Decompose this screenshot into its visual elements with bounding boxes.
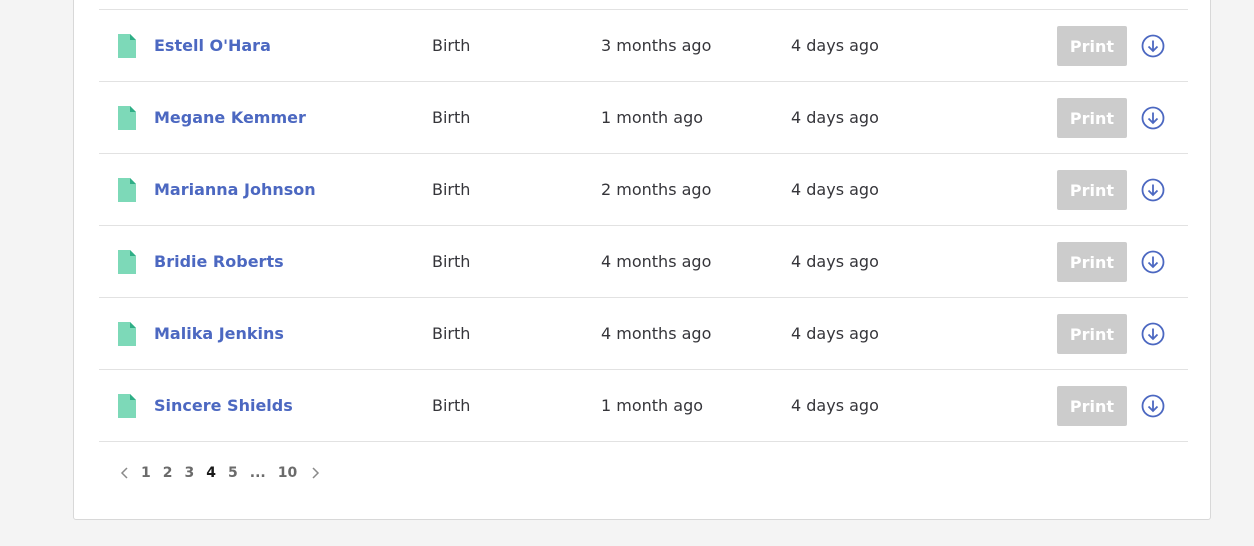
page-link[interactable]: 2 bbox=[163, 465, 173, 481]
page-link[interactable]: 4 bbox=[206, 465, 216, 481]
event-type: Birth bbox=[432, 108, 471, 127]
table-row: Estell O'Hara Birth 3 months ago 4 days … bbox=[99, 9, 1188, 81]
date-modified: 4 days ago bbox=[791, 108, 879, 127]
page-link[interactable]: 5 bbox=[228, 465, 238, 481]
table-row: Megane Kemmer Birth 1 month ago 4 days a… bbox=[99, 81, 1188, 153]
event-type: Birth bbox=[432, 36, 471, 55]
page-link[interactable]: 3 bbox=[185, 465, 195, 481]
print-button[interactable]: Print bbox=[1057, 314, 1127, 354]
page-ellipsis: ... bbox=[249, 465, 266, 481]
download-circle-icon[interactable] bbox=[1141, 34, 1165, 58]
record-name-link[interactable]: Malika Jenkins bbox=[154, 298, 284, 369]
records-card: Estell O'Hara Birth 3 months ago 4 days … bbox=[73, 0, 1211, 520]
record-name-link[interactable]: Estell O'Hara bbox=[154, 10, 271, 81]
date-modified: 4 days ago bbox=[791, 252, 879, 271]
download-circle-icon[interactable] bbox=[1141, 394, 1165, 418]
table-row: Marianna Johnson Birth 2 months ago 4 da… bbox=[99, 153, 1188, 225]
print-button[interactable]: Print bbox=[1057, 98, 1127, 138]
download-circle-icon[interactable] bbox=[1141, 178, 1165, 202]
document-icon bbox=[118, 322, 136, 346]
record-name-link[interactable]: Marianna Johnson bbox=[154, 154, 316, 225]
event-type: Birth bbox=[432, 324, 471, 343]
date-created: 4 months ago bbox=[601, 324, 712, 343]
date-created: 4 months ago bbox=[601, 252, 712, 271]
chevron-right-icon[interactable] bbox=[307, 465, 323, 481]
document-icon bbox=[118, 250, 136, 274]
download-circle-icon[interactable] bbox=[1141, 322, 1165, 346]
print-button[interactable]: Print bbox=[1057, 386, 1127, 426]
table-row: Malika Jenkins Birth 4 months ago 4 days… bbox=[99, 297, 1188, 369]
pagination: 1 2 3 4 5... 10 bbox=[99, 461, 323, 485]
chevron-left-icon[interactable] bbox=[117, 465, 133, 481]
record-name-link[interactable]: Sincere Shields bbox=[154, 370, 293, 441]
page-link[interactable]: 10 bbox=[278, 465, 297, 481]
print-button[interactable]: Print bbox=[1057, 26, 1127, 66]
date-modified: 4 days ago bbox=[791, 324, 879, 343]
records-table: Estell O'Hara Birth 3 months ago 4 days … bbox=[99, 9, 1188, 442]
record-name-link[interactable]: Megane Kemmer bbox=[154, 82, 306, 153]
document-icon bbox=[118, 178, 136, 202]
page-link[interactable]: 1 bbox=[141, 465, 151, 481]
date-created: 2 months ago bbox=[601, 180, 712, 199]
event-type: Birth bbox=[432, 396, 471, 415]
date-modified: 4 days ago bbox=[791, 396, 879, 415]
download-circle-icon[interactable] bbox=[1141, 250, 1165, 274]
event-type: Birth bbox=[432, 252, 471, 271]
download-circle-icon[interactable] bbox=[1141, 106, 1165, 130]
table-row: Bridie Roberts Birth 4 months ago 4 days… bbox=[99, 225, 1188, 297]
record-name-link[interactable]: Bridie Roberts bbox=[154, 226, 284, 297]
document-icon bbox=[118, 106, 136, 130]
print-button[interactable]: Print bbox=[1057, 242, 1127, 282]
table-row: Sincere Shields Birth 1 month ago 4 days… bbox=[99, 369, 1188, 442]
records-list: Estell O'Hara Birth 3 months ago 4 days … bbox=[99, 9, 1188, 442]
document-icon bbox=[118, 394, 136, 418]
date-modified: 4 days ago bbox=[791, 36, 879, 55]
event-type: Birth bbox=[432, 180, 471, 199]
date-created: 1 month ago bbox=[601, 396, 704, 415]
date-modified: 4 days ago bbox=[791, 180, 879, 199]
document-icon bbox=[118, 34, 136, 58]
date-created: 1 month ago bbox=[601, 108, 704, 127]
date-created: 3 months ago bbox=[601, 36, 712, 55]
print-button[interactable]: Print bbox=[1057, 170, 1127, 210]
